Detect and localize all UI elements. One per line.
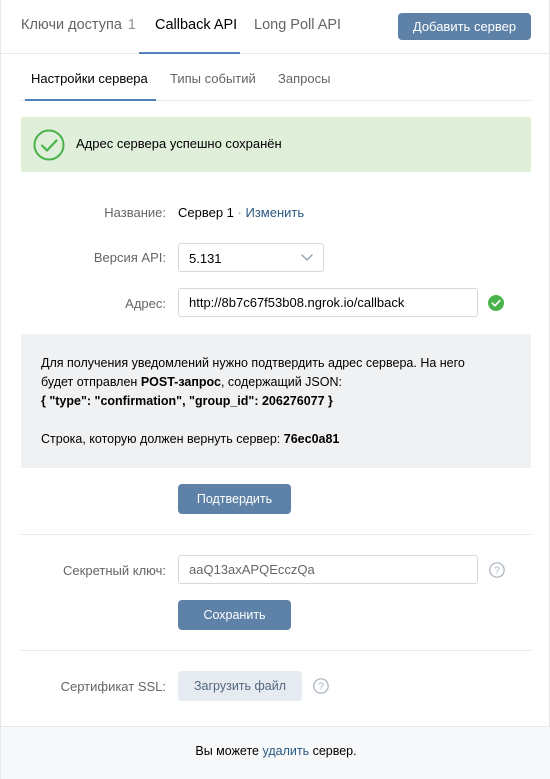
help-icon[interactable]: ?: [489, 562, 505, 578]
success-message: Адрес сервера успешно сохранён: [21, 117, 531, 172]
tab-access-keys[interactable]: Ключи доступа 1: [21, 17, 136, 33]
footer-suffix: сервер.: [309, 744, 357, 758]
divider: [21, 534, 531, 535]
footer-prefix: Вы можете: [195, 744, 263, 758]
help-icon[interactable]: ?: [313, 678, 329, 694]
success-text: Адрес сервера успешно сохранён: [76, 136, 282, 151]
tab-access-keys-count: 1: [127, 17, 136, 33]
name-separator: ·: [233, 205, 246, 220]
chevron-down-icon: [301, 254, 313, 261]
address-input[interactable]: [178, 288, 478, 317]
settings-panel: Ключи доступа 1 Callback API Long Poll AP…: [0, 0, 550, 779]
info-line-2: будет отправлен POST-запрос, содержащий …: [41, 375, 342, 389]
footer-text: Вы можете удалить сервер.: [1, 744, 550, 758]
edit-name-link[interactable]: Изменить: [245, 205, 304, 220]
tab-requests[interactable]: Запросы: [278, 71, 330, 86]
api-version-select[interactable]: 5.131: [178, 243, 324, 272]
api-version-label: Версия API:: [93, 250, 166, 265]
secret-key-label: Секретный ключ:: [63, 563, 166, 578]
info-line-4-prefix: Строка, которую должен вернуть сервер:: [41, 432, 284, 446]
tab-access-keys-label: Ключи доступа: [21, 17, 122, 33]
confirm-button[interactable]: Подтвердить: [178, 484, 291, 514]
info-line-4: Строка, которую должен вернуть сервер: 7…: [41, 432, 339, 446]
footer: Вы можете удалить сервер.: [1, 726, 550, 779]
confirmation-string: 76ec0a81: [283, 432, 340, 446]
server-name: Сервер 1 · Изменить: [178, 205, 304, 220]
name-label: Название:: [104, 205, 166, 220]
check-circle-icon: [33, 129, 65, 161]
tab-server-settings[interactable]: Настройки сервера: [31, 71, 148, 86]
add-server-button[interactable]: Добавить сервер: [398, 13, 531, 40]
info-post-request: POST-запрос: [140, 375, 221, 389]
upload-file-button[interactable]: Загрузить файл: [178, 671, 302, 701]
confirmation-info: Для получения уведомлений нужно подтверд…: [21, 334, 531, 468]
sub-tabs: Настройки сервера Типы событий Запросы: [21, 54, 531, 101]
api-version-value: 5.131: [189, 251, 222, 266]
ssl-certificate-label: Сертификат SSL:: [60, 679, 166, 694]
info-json-sample: { "type": "confirmation", "group_id": 20…: [41, 394, 333, 408]
info-line-1: Для получения уведомлений нужно подтверд…: [41, 356, 465, 370]
delete-server-link[interactable]: удалить: [262, 744, 309, 758]
divider: [21, 650, 531, 651]
secret-key-input[interactable]: [178, 555, 478, 584]
top-tabs: Ключи доступа 1 Callback API Long Poll AP…: [1, 0, 550, 54]
svg-text:?: ?: [494, 566, 500, 577]
info-line-2-suffix: , содержащий JSON:: [220, 375, 342, 389]
tab-long-poll-api[interactable]: Long Poll API: [254, 17, 341, 33]
tab-callback-api[interactable]: Callback API: [155, 17, 237, 33]
tab-event-types[interactable]: Типы событий: [170, 71, 256, 86]
save-button[interactable]: Сохранить: [178, 600, 291, 630]
active-subtab-indicator: [25, 99, 156, 101]
svg-text:?: ?: [318, 682, 324, 693]
check-green-icon: [488, 295, 504, 311]
server-name-value: Сервер 1: [178, 205, 234, 220]
info-line-2-prefix: будет отправлен: [41, 375, 141, 389]
address-label: Адрес:: [125, 296, 166, 311]
